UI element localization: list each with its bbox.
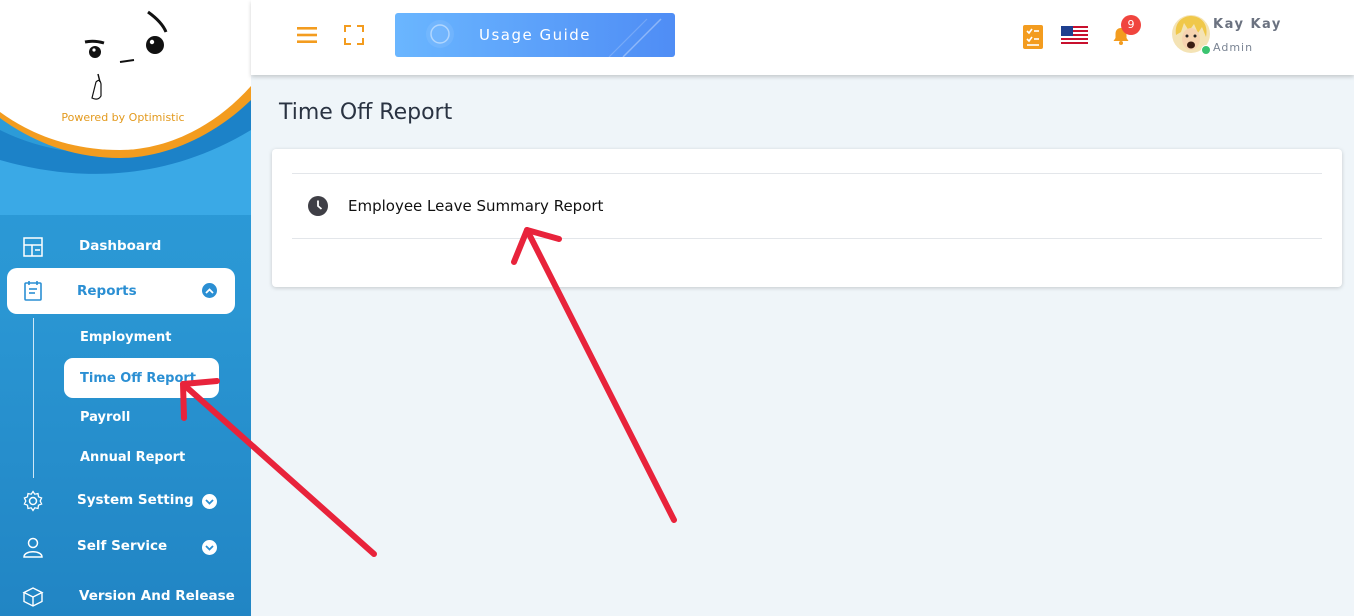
sidebar-item-reports[interactable]: Reports bbox=[7, 268, 235, 314]
chevron-down-icon[interactable] bbox=[202, 494, 217, 509]
reports-icon bbox=[24, 281, 42, 301]
submenu-item-employment[interactable]: Employment bbox=[80, 330, 171, 345]
chevron-down-icon[interactable] bbox=[202, 540, 217, 555]
clock-icon bbox=[308, 196, 328, 216]
sidebar-item-label: System Setting bbox=[77, 492, 194, 508]
logo-face-icon bbox=[84, 10, 168, 100]
powered-by-text: Powered by Optimistic bbox=[61, 111, 185, 124]
hamburger-menu-icon[interactable] bbox=[297, 25, 317, 45]
fullscreen-icon[interactable] bbox=[344, 25, 364, 45]
sidebar: Powered by Optimistic Dashboard Reports … bbox=[0, 0, 251, 616]
sidebar-item-system-setting[interactable]: System Setting bbox=[0, 480, 251, 520]
logo-area: Powered by Optimistic bbox=[0, 0, 251, 215]
sidebar-item-label: Version And Release bbox=[79, 588, 235, 604]
sidebar-item-version-and-release[interactable]: Version And Release bbox=[0, 576, 251, 616]
submenu-item-time-off-report[interactable]: Time Off Report bbox=[64, 358, 219, 398]
submenu-item-annual-report[interactable]: Annual Report bbox=[80, 450, 185, 465]
report-item-employee-leave-summary[interactable]: Employee Leave Summary Report bbox=[292, 174, 1322, 238]
sidebar-item-label: Self Service bbox=[77, 538, 168, 554]
sidebar-item-dashboard[interactable]: Dashboard bbox=[0, 226, 251, 266]
top-header: Usage Guide 9 Kay Kay Admin bbox=[251, 0, 1354, 75]
online-status-dot bbox=[1201, 45, 1211, 55]
user-icon bbox=[23, 537, 43, 558]
usage-guide-button[interactable]: Usage Guide bbox=[395, 13, 675, 57]
submenu-guide-line bbox=[33, 318, 34, 478]
document-checklist-icon[interactable] bbox=[1023, 25, 1043, 49]
user-name[interactable]: Kay Kay bbox=[1213, 17, 1282, 32]
sidebar-item-label: Reports bbox=[77, 283, 137, 299]
us-flag-icon[interactable] bbox=[1061, 26, 1088, 44]
submenu-item-payroll[interactable]: Payroll bbox=[80, 410, 130, 425]
page-title: Time Off Report bbox=[279, 100, 453, 125]
divider bbox=[292, 238, 1322, 239]
gear-icon bbox=[23, 490, 43, 512]
box-icon bbox=[22, 587, 44, 607]
sidebar-item-label: Dashboard bbox=[79, 238, 162, 254]
notification-count-badge: 9 bbox=[1121, 15, 1141, 35]
dashboard-icon bbox=[23, 237, 43, 257]
report-item-label: Employee Leave Summary Report bbox=[348, 197, 604, 215]
sidebar-item-self-service[interactable]: Self Service bbox=[0, 526, 251, 566]
usage-guide-label: Usage Guide bbox=[478, 26, 592, 44]
chevron-up-icon[interactable] bbox=[202, 283, 217, 298]
user-role: Admin bbox=[1213, 41, 1254, 54]
report-list-card: Employee Leave Summary Report bbox=[272, 149, 1342, 287]
